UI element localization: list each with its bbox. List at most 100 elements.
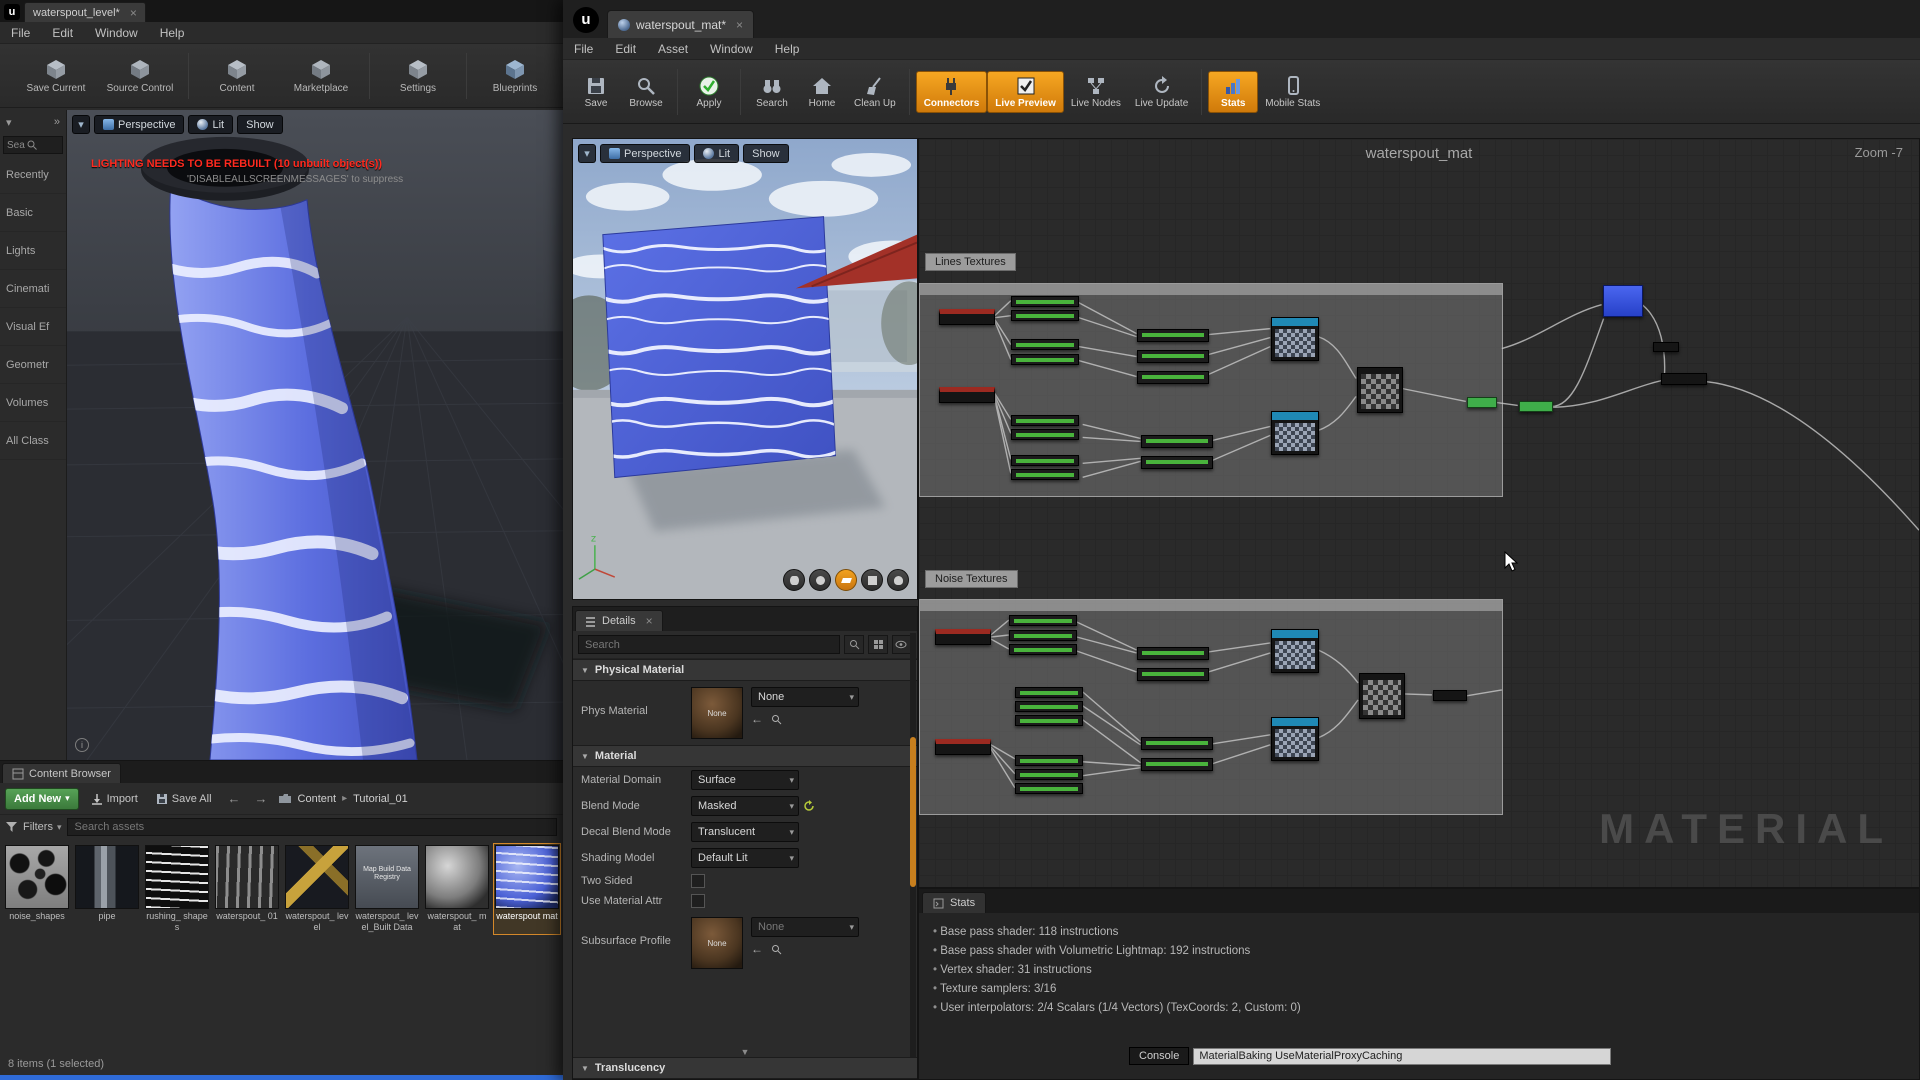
menu-edit[interactable]: Edit xyxy=(604,38,647,60)
save-all-button[interactable]: Save All xyxy=(150,788,218,810)
graph-node[interactable] xyxy=(1011,415,1079,426)
tab-waterspout-mat[interactable]: waterspout_mat* × xyxy=(607,10,754,38)
asset-tile[interactable]: waterspout_ 01 xyxy=(214,844,280,934)
eye-icon[interactable] xyxy=(892,635,912,654)
mode-item-cinematic[interactable]: Cinemati xyxy=(0,270,66,308)
graph-node[interactable] xyxy=(1141,435,1213,448)
modes-search[interactable]: Sea xyxy=(3,136,63,154)
chevron-down-icon[interactable]: ▾ xyxy=(6,116,12,129)
material-graph[interactable]: waterspout_mat Zoom -7 MATERIAL Lines Te… xyxy=(918,138,1920,888)
graph-node[interactable] xyxy=(1011,296,1079,307)
texture-sample-node[interactable] xyxy=(1271,317,1319,361)
texture-sample-node[interactable] xyxy=(1271,629,1319,673)
graph-node[interactable] xyxy=(1137,350,1209,363)
material-preview-viewport[interactable]: z ▾ Perspective Lit Show xyxy=(572,138,918,600)
blueprints-button[interactable]: Blueprints xyxy=(473,57,557,94)
cylinder-shape-button[interactable] xyxy=(783,569,805,591)
cube-shape-button[interactable] xyxy=(861,569,883,591)
tab-details[interactable]: Details × xyxy=(575,610,663,631)
graph-node[interactable] xyxy=(1141,456,1213,469)
marketplace-button[interactable]: Marketplace xyxy=(279,57,363,94)
search-icon[interactable] xyxy=(844,635,864,654)
graph-node[interactable] xyxy=(1011,429,1079,440)
use-selected-icon[interactable]: ← xyxy=(751,942,763,956)
source-control-button[interactable]: Source Control xyxy=(98,57,182,94)
breadcrumb-current[interactable]: Tutorial_01 xyxy=(353,793,408,805)
live-preview-button[interactable]: Live Preview xyxy=(987,71,1064,113)
close-icon[interactable]: × xyxy=(736,18,743,32)
apply-button[interactable]: Apply xyxy=(684,72,734,112)
subsurface-profile-dropdown[interactable]: None xyxy=(751,917,859,937)
section-physical-material[interactable]: ▼ Physical Material xyxy=(573,659,917,681)
info-icon[interactable]: i xyxy=(75,738,89,752)
graph-node[interactable] xyxy=(1011,339,1079,350)
browse-button[interactable]: Browse xyxy=(621,72,671,112)
asset-search-input[interactable] xyxy=(67,818,557,836)
save-current-button[interactable]: Save Current xyxy=(14,57,98,94)
reset-to-default-icon[interactable] xyxy=(803,800,815,812)
sphere-shape-button[interactable] xyxy=(809,569,831,591)
import-button[interactable]: Import xyxy=(85,788,144,810)
show-button[interactable]: Show xyxy=(743,144,789,163)
lit-button[interactable]: Lit xyxy=(188,115,233,134)
clean-up-button[interactable]: Clean Up xyxy=(847,72,903,112)
section-material[interactable]: ▼ Material xyxy=(573,745,917,767)
viewport-options-button[interactable]: ▾ xyxy=(578,144,596,163)
graph-node[interactable] xyxy=(1467,397,1497,408)
filters-button[interactable]: Filters xyxy=(23,821,61,833)
browse-to-asset-icon[interactable] xyxy=(771,944,782,955)
graph-node[interactable] xyxy=(1011,310,1079,321)
graph-node[interactable] xyxy=(1015,783,1083,794)
graph-node[interactable] xyxy=(1519,401,1553,412)
mode-item-lights[interactable]: Lights xyxy=(0,232,66,270)
use-selected-icon[interactable]: ← xyxy=(751,712,763,726)
graph-node[interactable] xyxy=(1015,687,1083,698)
close-icon[interactable]: × xyxy=(646,614,653,628)
console-input[interactable] xyxy=(1193,1048,1611,1065)
asset-tile[interactable]: Map Build Data Registrywaterspout_ level… xyxy=(354,844,420,934)
graph-node[interactable] xyxy=(1011,469,1079,480)
menu-file[interactable]: File xyxy=(0,22,41,44)
menu-window[interactable]: Window xyxy=(699,38,764,60)
tab-stats[interactable]: Stats xyxy=(922,892,986,913)
asset-tile[interactable]: pipe xyxy=(74,844,140,934)
mode-item-visual-effects[interactable]: Visual Ef xyxy=(0,308,66,346)
save-button[interactable]: Save xyxy=(571,72,621,112)
perspective-button[interactable]: Perspective xyxy=(94,115,184,134)
graph-node[interactable] xyxy=(939,309,995,325)
level-viewport[interactable]: ▾ Perspective Lit Show LIGHTING NEEDS TO… xyxy=(67,110,563,760)
phys-material-thumbnail[interactable]: None xyxy=(691,687,743,739)
graph-node[interactable] xyxy=(1661,373,1707,385)
graph-node[interactable] xyxy=(935,629,991,645)
menu-edit[interactable]: Edit xyxy=(41,22,84,44)
mode-item-recently[interactable]: Recently xyxy=(0,156,66,194)
teapot-shape-button[interactable] xyxy=(887,569,909,591)
phys-material-dropdown[interactable]: None xyxy=(751,687,859,707)
graph-node[interactable] xyxy=(935,739,991,755)
graph-node[interactable] xyxy=(1015,755,1083,766)
mode-item-geometry[interactable]: Geometr xyxy=(0,346,66,384)
material-output-node[interactable] xyxy=(1603,285,1643,317)
graph-node[interactable] xyxy=(1653,342,1679,352)
material-title-bar[interactable]: u waterspout_mat* × xyxy=(563,0,1920,38)
back-button[interactable]: ← xyxy=(224,791,245,806)
graph-node[interactable] xyxy=(1141,758,1213,771)
asset-tile[interactable]: noise_shapes xyxy=(4,844,70,934)
graph-node[interactable] xyxy=(1141,737,1213,750)
material-domain-dropdown[interactable]: Surface xyxy=(691,770,799,790)
tab-content-browser[interactable]: Content Browser xyxy=(2,763,121,783)
menu-help[interactable]: Help xyxy=(764,38,811,60)
texture-sample-node[interactable] xyxy=(1271,717,1319,761)
scroll-more-icon[interactable]: ▼ xyxy=(741,1047,750,1057)
console-button[interactable]: Console xyxy=(1129,1047,1189,1065)
vertical-scrollbar-thumb[interactable] xyxy=(910,737,916,887)
graph-node[interactable] xyxy=(1137,371,1209,384)
live-nodes-button[interactable]: Live Nodes xyxy=(1064,72,1128,112)
browse-to-asset-icon[interactable] xyxy=(771,714,782,725)
home-button[interactable]: Home xyxy=(797,72,847,112)
mode-item-all-classes[interactable]: All Class xyxy=(0,422,66,460)
perspective-button[interactable]: Perspective xyxy=(600,144,690,163)
menu-asset[interactable]: Asset xyxy=(647,38,699,60)
graph-node[interactable] xyxy=(1015,769,1083,780)
close-icon[interactable]: × xyxy=(130,6,137,20)
